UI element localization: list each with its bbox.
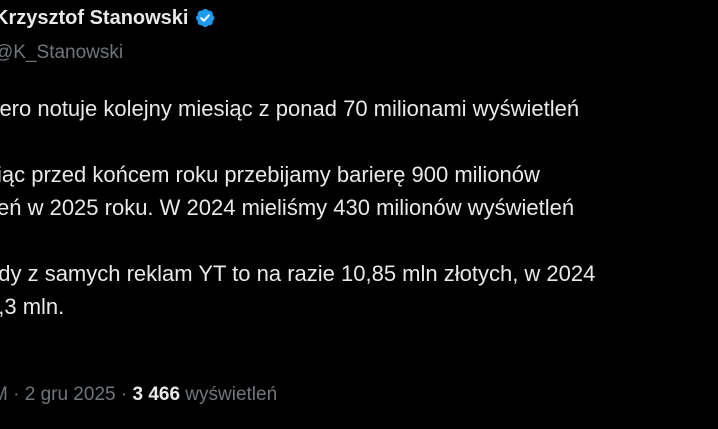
- tweet-line: tleń w 2025 roku. W 2024 mieliśmy 430 mi…: [0, 195, 575, 220]
- tweet-meta: M · 2 gru 2025 · 3 466 wyświetleń: [0, 381, 277, 409]
- tweet-line: 6,3 mln.: [0, 294, 65, 319]
- verified-badge-icon[interactable]: [194, 7, 216, 29]
- tweet-line: ody z samych reklam YT to na razie 10,85…: [0, 261, 596, 286]
- tweet-text: Zero notuje kolejny miesiąc z ponad 70 m…: [0, 92, 718, 323]
- views-label: wyświetleń: [185, 384, 278, 405]
- tweet-date[interactable]: 2 gru 2025: [25, 384, 116, 405]
- author-row: Krzysztof Stanowski: [0, 4, 216, 32]
- tweet-time[interactable]: M: [0, 384, 8, 405]
- tweet: Krzysztof Stanowski @K_Stanowski Zero no…: [0, 0, 718, 429]
- meta-separator: ·: [120, 384, 128, 405]
- views-count[interactable]: 3 466: [132, 384, 180, 405]
- author-handle[interactable]: @K_Stanowski: [0, 40, 123, 66]
- meta-separator: ·: [13, 384, 20, 405]
- tweet-line: Zero notuje kolejny miesiąc z ponad 70 m…: [0, 96, 580, 121]
- tweet-line: siąc przed końcem roku przebijamy barier…: [0, 162, 540, 187]
- author-name[interactable]: Krzysztof Stanowski: [0, 4, 188, 32]
